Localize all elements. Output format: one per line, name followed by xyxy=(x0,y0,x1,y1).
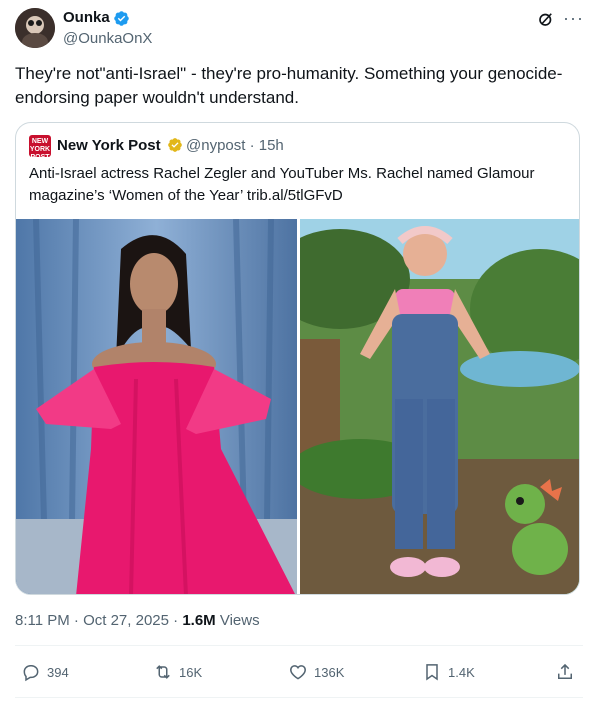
quoted-tweet[interactable]: NEW YORK POST New York Post @nypost · 15h … xyxy=(15,122,580,595)
divider xyxy=(15,645,583,646)
reply-button[interactable]: 394 xyxy=(21,660,69,684)
tweet-text: They're not"anti-Israel" - they're pro-h… xyxy=(15,64,563,107)
more-icon[interactable]: ··· xyxy=(563,8,584,29)
author-name[interactable]: Ounka xyxy=(63,9,110,26)
author-handle[interactable]: @OunkaOnX xyxy=(63,30,152,47)
bookmark-button[interactable]: 1.4K xyxy=(422,660,475,684)
photo-ms-rachel[interactable] xyxy=(300,219,579,594)
repost-button[interactable]: 16K xyxy=(153,660,202,684)
reply-icon xyxy=(23,665,39,682)
bookmark-icon xyxy=(426,664,438,681)
verified-badge-icon xyxy=(114,11,129,26)
like-count: 136K xyxy=(314,664,345,680)
quoted-text: Anti-Israel actress Rachel Zegler and Yo… xyxy=(29,165,535,204)
nypost-logo[interactable]: NEW YORK POST xyxy=(29,135,51,161)
like-icon xyxy=(290,665,306,680)
photo-actress[interactable] xyxy=(16,219,297,594)
quoted-handle-time[interactable]: @nypost · 15h xyxy=(186,137,284,154)
share-icon xyxy=(558,663,572,679)
avatar[interactable] xyxy=(15,8,55,48)
bookmark-count: 1.4K xyxy=(448,664,475,680)
repost-icon xyxy=(156,665,170,679)
quoted-author-name[interactable]: New York Post xyxy=(57,137,161,154)
grok-icon[interactable] xyxy=(537,10,555,28)
timestamp[interactable]: 8:11 PM · Oct 27, 2025 · xyxy=(15,612,182,629)
views-count: 1.6M xyxy=(182,612,216,629)
timestamp-views: 8:11 PM · Oct 27, 2025 · 1.6M Views xyxy=(15,612,260,629)
share-button[interactable] xyxy=(555,660,581,684)
verified-badge-icon xyxy=(168,138,182,152)
divider xyxy=(15,697,583,698)
reply-count: 394 xyxy=(47,664,69,680)
like-button[interactable]: 136K xyxy=(288,660,344,684)
views-label: Views xyxy=(215,612,260,629)
repost-count: 16K xyxy=(179,664,203,680)
